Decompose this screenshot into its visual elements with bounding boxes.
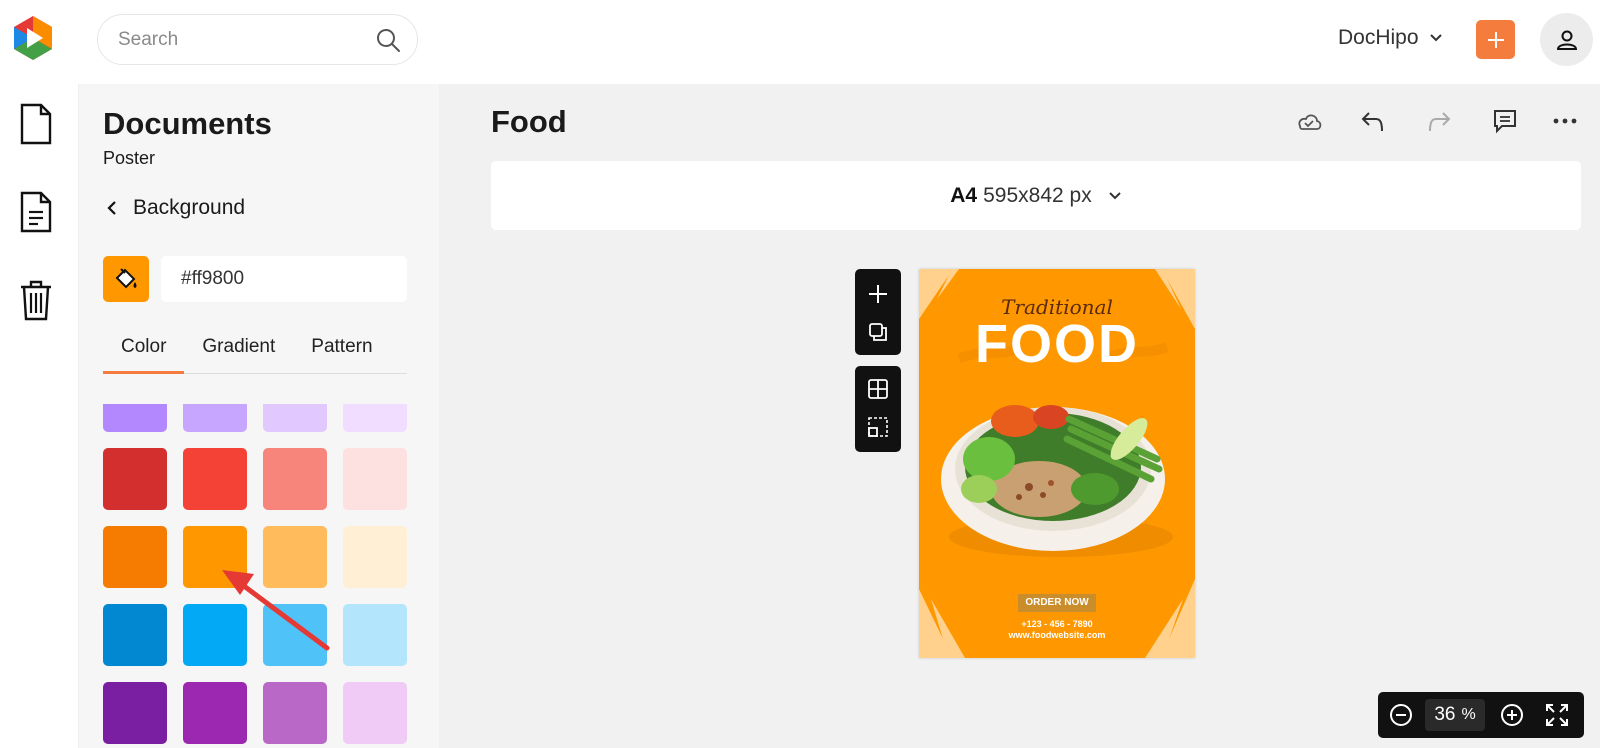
color-swatch[interactable] [263, 404, 327, 432]
color-swatch[interactable] [183, 682, 247, 744]
create-new-button[interactable] [1476, 20, 1515, 59]
cloud-save-button[interactable] [1291, 104, 1327, 138]
color-swatch[interactable] [103, 682, 167, 744]
undo-icon [1361, 112, 1383, 132]
chevron-left-icon [107, 201, 116, 215]
color-swatch[interactable] [343, 448, 407, 510]
page-size-name: A4 [950, 183, 978, 207]
order-now-badge[interactable]: ORDER NOW [1018, 594, 1096, 612]
zoom-out-button[interactable] [1388, 702, 1414, 728]
panel-title: Documents [103, 106, 272, 141]
plus-icon [1487, 31, 1504, 48]
more-horizontal-icon [1553, 118, 1577, 124]
chevron-down-icon [1429, 34, 1442, 42]
color-swatch[interactable] [343, 682, 407, 744]
tab-color[interactable]: Color [103, 332, 185, 374]
salad-bowl-image[interactable] [919, 369, 1195, 569]
chevron-down-icon [1109, 191, 1121, 199]
color-swatch[interactable] [263, 448, 327, 510]
page-size-dimensions: 595x842 px [983, 183, 1092, 207]
fullscreen-icon [1546, 704, 1568, 726]
redo-icon [1429, 112, 1451, 132]
user-icon [1556, 30, 1577, 50]
zoom-value: 36 [1434, 704, 1456, 725]
swatch-list[interactable] [103, 404, 407, 748]
comment-icon [1494, 110, 1516, 134]
section-label: Background [133, 196, 246, 219]
swatch-grid [103, 404, 407, 744]
color-swatch[interactable] [183, 604, 247, 666]
tab-pattern[interactable]: Pattern [293, 332, 390, 374]
search-icon[interactable] [375, 27, 401, 53]
search-box[interactable] [97, 14, 418, 65]
resize-icon [868, 417, 888, 437]
page-size-selector[interactable]: A4 595x842 px [491, 161, 1581, 230]
workspace-switcher[interactable]: DocHipo [1338, 26, 1443, 50]
more-options-button[interactable] [1547, 104, 1583, 138]
account-button[interactable] [1540, 13, 1593, 66]
add-page-button[interactable] [863, 279, 893, 309]
zoom-in-icon [1501, 704, 1523, 726]
zoom-out-icon [1390, 704, 1412, 726]
redo-button[interactable] [1421, 104, 1457, 138]
color-swatch[interactable] [343, 526, 407, 588]
color-swatch[interactable] [183, 448, 247, 510]
hex-color-input[interactable] [161, 256, 407, 302]
grid-icon [868, 379, 888, 399]
fullscreen-button[interactable] [1544, 702, 1570, 728]
cloud-check-icon [1298, 114, 1322, 130]
rail-templates[interactable] [16, 188, 56, 236]
color-swatch[interactable] [263, 682, 327, 744]
zoom-control: 36 % [1378, 692, 1584, 738]
page-tools-group [855, 269, 901, 355]
zoom-unit: % [1461, 706, 1476, 723]
tab-gradient[interactable]: Gradient [184, 332, 293, 374]
dochipo-logo[interactable] [10, 14, 56, 62]
color-swatch[interactable] [103, 448, 167, 510]
color-type-tabs: Color Gradient Pattern [103, 332, 407, 374]
poster-website[interactable]: www.foodwebsite.com [919, 630, 1195, 640]
color-swatch[interactable] [103, 604, 167, 666]
workspace-name: DocHipo [1338, 26, 1419, 49]
back-button[interactable]: Background [107, 196, 245, 220]
document-icon [20, 103, 52, 145]
search-input[interactable] [118, 27, 358, 53]
color-swatch[interactable] [263, 604, 327, 666]
resize-page-button[interactable] [863, 412, 893, 442]
copy-icon [869, 323, 887, 341]
layout-tools-group [855, 366, 901, 452]
top-bar: DocHipo [0, 0, 1600, 82]
paint-bucket-icon [115, 268, 137, 289]
duplicate-page-button[interactable] [863, 317, 893, 347]
rail-documents[interactable] [16, 100, 56, 148]
color-swatch[interactable] [183, 526, 247, 588]
color-swatch[interactable] [343, 604, 407, 666]
rail-trash[interactable] [16, 276, 56, 324]
left-rail [4, 84, 79, 748]
color-swatch[interactable] [343, 404, 407, 432]
document-title[interactable]: Food [491, 104, 567, 140]
plus-icon [869, 285, 887, 303]
grid-layout-button[interactable] [863, 374, 893, 404]
poster-phone[interactable]: +123 - 456 - 7890 [919, 619, 1195, 629]
zoom-in-button[interactable] [1499, 702, 1525, 728]
document-text-icon [20, 191, 52, 233]
trash-icon [21, 280, 51, 321]
zoom-level[interactable]: 36 % [1425, 699, 1485, 731]
panel-subtitle: Poster [103, 148, 156, 168]
fill-color-chip[interactable] [103, 256, 149, 302]
undo-button[interactable] [1355, 104, 1391, 138]
color-swatch[interactable] [103, 404, 167, 432]
color-swatch[interactable] [183, 404, 247, 432]
color-swatch[interactable] [103, 526, 167, 588]
comments-button[interactable] [1487, 104, 1523, 138]
color-swatch[interactable] [263, 526, 327, 588]
poster-headline[interactable]: FOOD [919, 313, 1195, 375]
poster-canvas[interactable]: Traditional FOOD ORDER NOW +123 - 456 - … [919, 269, 1195, 658]
background-panel: Documents Poster Background Color Gradie… [79, 84, 439, 748]
